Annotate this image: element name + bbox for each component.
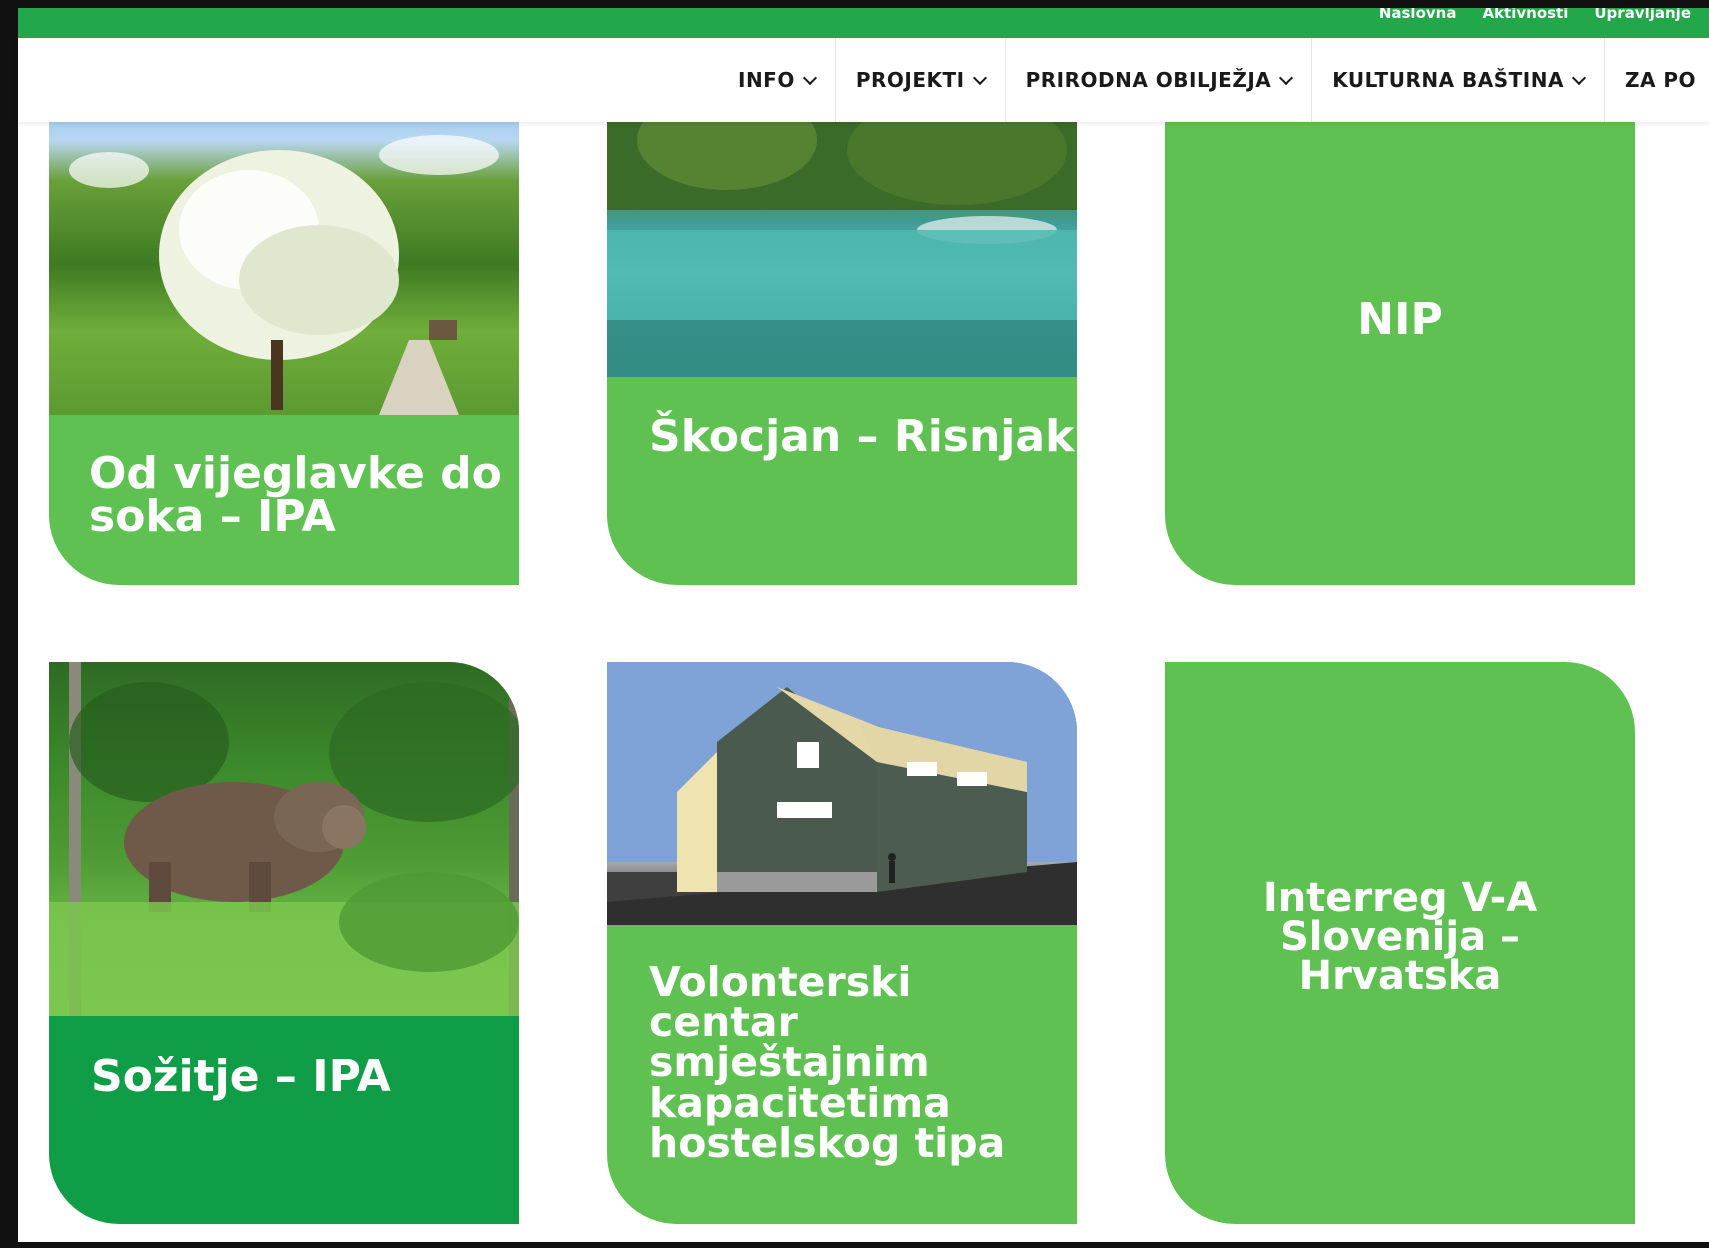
nav-menu: INFO PROJEKTI PRIRODNA OBILJEŽJA KULTURN… [718, 38, 1709, 122]
project-card-skocjan-risnjak[interactable]: Škocjan – Risnjak [607, 80, 1077, 585]
project-card-od-vijeglavke[interactable]: Od vijeglavke do soka – IPA [49, 80, 519, 585]
card-title: Sožitje – IPA [91, 1051, 391, 1102]
card-title: Škocjan – Risnjak [649, 411, 1075, 462]
building-illustration [607, 662, 1077, 925]
nav-item-za-po[interactable]: ZA PO [1605, 38, 1709, 122]
project-card-interreg[interactable]: Interreg V-A Slovenija – Hrvatska [1165, 662, 1635, 1224]
nav-item-label: INFO [738, 68, 795, 92]
chevron-down-icon [972, 70, 987, 86]
tree-meadow-illustration [69, 135, 499, 415]
building-render [607, 662, 1077, 925]
chevron-down-icon [1279, 70, 1294, 86]
card-title-line: Od vijeglavke do [89, 448, 502, 499]
top-link-aktivnosti[interactable]: Aktivnosti [1482, 8, 1568, 22]
bear-photo [49, 662, 519, 1016]
card-title-line: Slovenija – [1279, 914, 1521, 961]
bear-illustration [49, 662, 519, 1016]
chevron-down-icon [802, 70, 817, 86]
nav-item-label: PRIRODNA OBILJEŽJA [1025, 68, 1272, 92]
browser-viewport: Naslovna Aktivnosti Upravljanje INFO PRO… [0, 0, 1709, 1248]
card-title: Volonterski centar smještajnim kapacitet… [649, 958, 1006, 1167]
top-utility-links: Naslovna Aktivnosti Upravljanje [1379, 8, 1691, 22]
card-title-line: Hrvatska [1298, 953, 1502, 1000]
nav-item-info[interactable]: INFO [718, 38, 836, 122]
window-border-left [0, 0, 18, 1248]
card-title: NIP [1357, 294, 1443, 345]
nav-item-projekti[interactable]: PROJEKTI [836, 38, 1006, 122]
tree-meadow-photo [49, 80, 519, 415]
project-card-nip[interactable]: NIP [1165, 80, 1635, 585]
top-link-upravljanje[interactable]: Upravljanje [1594, 8, 1691, 22]
nav-item-prirodna-obiljezja[interactable]: PRIRODNA OBILJEŽJA [1006, 38, 1313, 122]
card-title: Interreg V-A Slovenija – Hrvatska [1165, 875, 1635, 1000]
project-card-volonterski-centar[interactable]: Volonterski centar smještajnim kapacitet… [607, 662, 1077, 1224]
top-link-naslovna[interactable]: Naslovna [1379, 8, 1457, 22]
card-title-line: soka – IPA [89, 491, 336, 543]
card-title-line: Interreg V-A [1262, 875, 1538, 921]
nav-item-label: KULTURNA BAŠTINA [1332, 68, 1564, 92]
top-utility-bar: Naslovna Aktivnosti Upravljanje [18, 8, 1709, 38]
card-title-line: smještajnim [649, 1038, 930, 1087]
card-title: Od vijeglavke do soka – IPA [89, 448, 502, 543]
window-border-top [0, 0, 1709, 8]
main-navigation: INFO PROJEKTI PRIRODNA OBILJEŽJA KULTURN… [18, 38, 1709, 122]
window-border-bottom [0, 1242, 1709, 1248]
card-title-line: kapacitetima [649, 1078, 951, 1127]
river-illustration [607, 80, 1077, 377]
chevron-down-icon [1571, 70, 1587, 86]
card-title-line: Volonterski [649, 958, 912, 1006]
card-title-line: centar [649, 998, 798, 1047]
project-card-sozitje[interactable]: Sožitje – IPA [49, 662, 519, 1224]
nav-item-kulturna-bastina[interactable]: KULTURNA BAŠTINA [1312, 38, 1605, 122]
nav-item-label: ZA PO [1624, 68, 1697, 92]
nav-item-label: PROJEKTI [855, 68, 965, 92]
river-photo [607, 80, 1077, 377]
card-title-line: hostelskog tipa [649, 1118, 1006, 1167]
